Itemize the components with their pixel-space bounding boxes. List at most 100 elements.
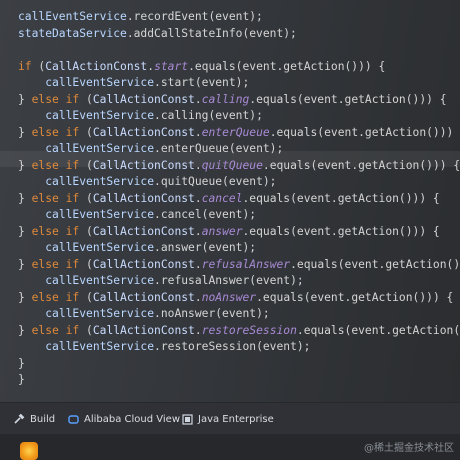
code-line[interactable]: } else if (CallActionConst.calling.equal…	[18, 92, 447, 108]
code-line[interactable]: callEventService.enterQueue(event);	[18, 141, 283, 157]
code-token: .refusalAnswer(event);	[154, 274, 304, 287]
code-token: .	[194, 257, 202, 271]
code-token: .cancel(event);	[154, 208, 257, 221]
code-token: else if	[31, 191, 87, 205]
code-token: .start(event);	[154, 76, 250, 89]
code-token: enterQueue	[201, 125, 270, 139]
code-token: noAnswer	[201, 290, 257, 304]
code-token: .	[194, 290, 202, 304]
code-token: }	[18, 224, 32, 238]
code-token: else if	[31, 257, 87, 271]
code-token: quitQueue	[201, 158, 263, 172]
code-token: .	[194, 158, 202, 172]
code-token: .enterQueue(event);	[154, 142, 284, 155]
code-token: else if	[31, 224, 87, 238]
code-token: .quitQueue(event);	[154, 175, 277, 188]
code-token: .restoreSession(event);	[154, 340, 311, 353]
build-label: Build	[30, 413, 56, 425]
code-token: CallActionConst	[92, 257, 195, 271]
code-token: .	[194, 224, 202, 238]
java-enterprise-tab[interactable]: Java Enterprise	[182, 410, 274, 428]
code-token: .addCallStateInfo(event);	[126, 26, 297, 40]
code-line[interactable]: } else if (CallActionConst.cancel.equals…	[18, 191, 440, 207]
code-token: .equals(event.getAction())) {	[262, 158, 460, 172]
code-token: CallActionConst	[92, 323, 195, 337]
code-token: else if	[31, 92, 87, 106]
code-token: }	[18, 323, 32, 337]
code-token: else if	[31, 323, 87, 337]
app-icon[interactable]	[20, 442, 38, 460]
code-line[interactable]: callEventService.answer(event);	[18, 240, 256, 256]
code-line[interactable]: stateDataService.addCallStateInfo(event)…	[18, 26, 297, 42]
code-line[interactable]: if (CallActionConst.start.equals(event.g…	[18, 59, 385, 75]
code-line[interactable]: } else if (CallActionConst.enterQueue.eq…	[18, 125, 460, 141]
code-token: callEventService	[18, 10, 127, 23]
code-token: else if	[31, 158, 87, 172]
code-token: CallActionConst	[45, 59, 148, 73]
code-line[interactable]: callEventService.cancel(event);	[18, 207, 256, 223]
alibaba-cloud-view-label: Alibaba Cloud View	[84, 413, 181, 425]
code-editor[interactable]: callEventService.recordEvent(event); stat…	[0, 0, 460, 402]
code-token: .noAnswer(event);	[154, 307, 270, 320]
code-token: (	[86, 125, 93, 139]
code-token: cancel	[201, 191, 243, 205]
code-token: .equals(event.getAction())) {	[290, 257, 460, 271]
code-line[interactable]: callEventService.quitQueue(event);	[18, 174, 276, 190]
code-token: else if	[31, 290, 87, 304]
code-token: .equals(event.getAction())) {	[256, 290, 454, 304]
code-token: refusalAnswer	[201, 257, 291, 271]
code-line[interactable]: callEventService.calling(event);	[18, 108, 263, 124]
code-token: CallActionConst	[92, 158, 195, 172]
code-token: callEventService	[45, 142, 155, 155]
code-line[interactable]: callEventService.noAnswer(event);	[18, 306, 270, 322]
code-token: callEventService	[45, 76, 155, 89]
code-token: callEventService	[45, 340, 155, 353]
code-token: (	[86, 191, 93, 205]
code-token: CallActionConst	[92, 92, 195, 106]
code-token: callEventService	[45, 175, 155, 188]
code-token: .calling(event);	[154, 109, 263, 122]
code-token: }	[18, 373, 25, 386]
code-line[interactable]: }	[18, 356, 25, 372]
code-token: CallActionConst	[92, 224, 195, 238]
code-token: .equals(event.getAction())) {	[242, 224, 440, 238]
code-token: callEventService	[45, 208, 155, 221]
code-token: }	[18, 125, 32, 139]
code-token: start	[154, 59, 189, 73]
code-token: restoreSession	[201, 323, 297, 337]
code-token: .	[194, 92, 202, 106]
code-line[interactable]: callEventService.refusalAnswer(event);	[18, 273, 304, 289]
code-token: else if	[31, 125, 87, 139]
code-token: CallActionConst	[92, 191, 195, 205]
code-line[interactable]: } else if (CallActionConst.restoreSessio…	[18, 323, 460, 339]
code-token: (	[86, 224, 93, 238]
java-enterprise-icon	[182, 413, 193, 425]
code-token: .	[194, 125, 202, 139]
code-token: CallActionConst	[92, 290, 195, 304]
code-token: (	[86, 290, 93, 304]
code-line[interactable]: callEventService.start(event);	[18, 75, 249, 91]
code-token: callEventService	[45, 241, 155, 254]
code-token: CallActionConst	[92, 125, 195, 139]
code-token: (	[86, 323, 93, 337]
code-line[interactable]: }	[18, 372, 25, 388]
code-token: .equals(event.getAction())) {	[242, 191, 440, 205]
code-line[interactable]: } else if (CallActionConst.answer.equals…	[18, 224, 440, 240]
tool-window-bar: Build Alibaba Cloud View Java Enterprise	[0, 402, 460, 435]
code-line[interactable]: } else if (CallActionConst.quitQueue.equ…	[18, 158, 460, 174]
code-token: .equals(event.getAction())) {	[249, 92, 447, 106]
code-token: callEventService	[45, 307, 155, 320]
code-token: .equals(event.getAction())) {	[296, 323, 460, 337]
code-token: .	[194, 323, 202, 337]
code-token: .equals(event.getAction())) {	[269, 125, 460, 139]
code-line[interactable]: } else if (CallActionConst.refusalAnswer…	[18, 257, 460, 273]
code-line[interactable]: callEventService.restoreSession(event);	[18, 339, 310, 355]
code-line[interactable]: callEventService.recordEvent(event);	[18, 9, 263, 25]
build-tab[interactable]: Build	[14, 410, 55, 428]
alibaba-cloud-view-tab[interactable]: Alibaba Cloud View	[68, 410, 180, 428]
watermark-text: @稀土掘金技术社区	[364, 443, 454, 454]
code-line[interactable]: } else if (CallActionConst.noAnswer.equa…	[18, 290, 453, 306]
